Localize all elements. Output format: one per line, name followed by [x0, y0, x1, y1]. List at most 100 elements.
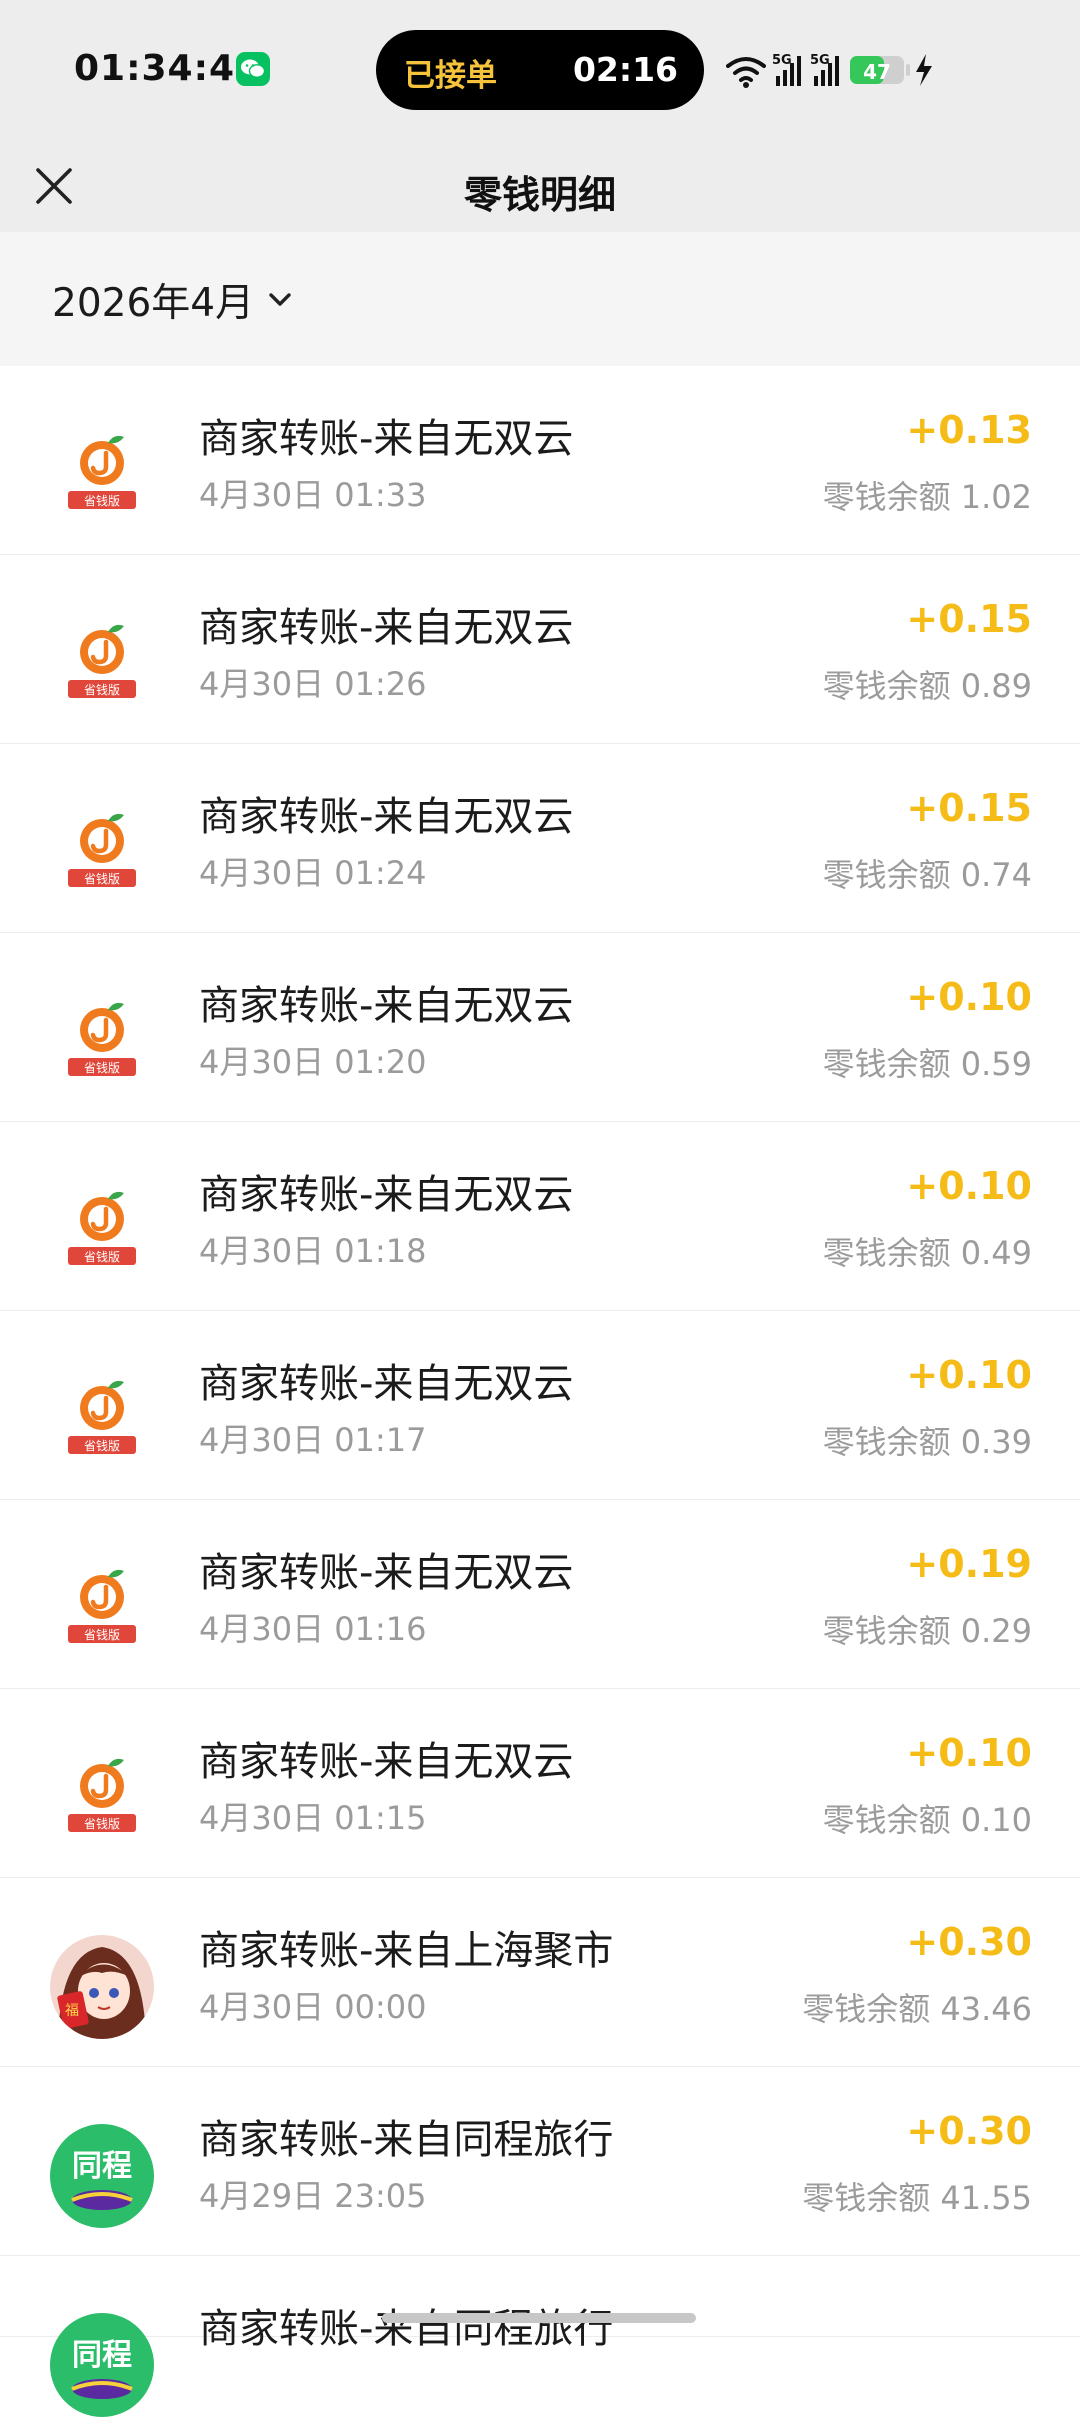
- transaction-row[interactable]: 同程 商家转账-来自同程旅行: [0, 2256, 1080, 2417]
- transaction-time: 4月30日 01:33: [199, 476, 427, 514]
- transaction-time: 4月30日 01:15: [199, 1799, 427, 1837]
- transaction-balance: 零钱余额 0.10: [822, 1801, 1032, 1839]
- badge-label: 省钱版: [84, 493, 120, 508]
- transaction-amount: +0.10: [906, 1353, 1032, 1397]
- transaction-balance: 零钱余额 0.89: [822, 667, 1032, 705]
- badge-label: 省钱版: [84, 1060, 120, 1075]
- orange-app-icon-graphic: 省钱版: [68, 1758, 136, 1832]
- tongcheng-icon: 同程: [48, 2122, 156, 2230]
- orange-app-icon: 省钱版: [48, 799, 156, 907]
- transaction-row[interactable]: 省钱版 商家转账-来自无双云 4月30日 01:33 +0.13 零钱余额 1.02: [0, 366, 1080, 555]
- transaction-amount: +0.19: [906, 1542, 1032, 1586]
- transaction-title: 商家转账-来自无双云: [199, 416, 574, 462]
- transaction-time: 4月30日 01:17: [199, 1421, 427, 1459]
- tongcheng-label: 同程: [72, 2149, 132, 2184]
- wechat-icon: [236, 52, 270, 86]
- battery-icon: 47: [850, 56, 910, 84]
- orange-app-icon-graphic: 省钱版: [68, 1002, 136, 1076]
- orange-app-icon-graphic: 省钱版: [68, 435, 136, 509]
- transaction-title: 商家转账-来自无双云: [199, 983, 574, 1029]
- badge-label: 省钱版: [84, 1627, 120, 1642]
- transaction-title: 商家转账-来自无双云: [199, 1361, 574, 1407]
- orange-app-icon-graphic: 省钱版: [68, 1569, 136, 1643]
- badge-label: 省钱版: [84, 1816, 120, 1831]
- month-selector[interactable]: 2026年4月: [52, 278, 294, 326]
- status-bar: 01:34:46 已接单 02:16 5G 5G 47: [0, 0, 1080, 140]
- orange-app-icon: 省钱版: [48, 421, 156, 529]
- transaction-amount: +0.30: [906, 1920, 1032, 1964]
- orange-app-icon: 省钱版: [48, 1555, 156, 1663]
- wifi-icon: [726, 57, 766, 82]
- orange-app-icon: 省钱版: [48, 1366, 156, 1474]
- transaction-balance: 零钱余额 0.49: [822, 1234, 1032, 1272]
- transaction-row[interactable]: 同程 商家转账-来自同程旅行 4月29日 23:05 +0.30 零钱余额 41.55: [0, 2067, 1080, 2256]
- transaction-row[interactable]: 福 商家转账-来自上海聚市 4月30日 00:00 +0.30 零钱余额 43.46: [0, 1878, 1080, 2067]
- transaction-row[interactable]: 省钱版 商家转账-来自无双云 4月30日 01:17 +0.10 零钱余额 0.39: [0, 1311, 1080, 1500]
- cellular-signal-icon: 5G: [772, 53, 801, 86]
- transaction-time: 4月30日 01:24: [199, 854, 427, 892]
- transaction-time: 4月30日 00:00: [199, 1988, 427, 2026]
- home-indicator[interactable]: [382, 2313, 696, 2323]
- transaction-balance: 零钱余额 0.39: [822, 1423, 1032, 1461]
- tongcheng-icon-graphic: 同程: [50, 2124, 154, 2228]
- transaction-amount: +0.15: [906, 786, 1032, 830]
- transaction-amount: +0.10: [906, 975, 1032, 1019]
- transaction-title: 商家转账-来自无双云: [199, 794, 574, 840]
- status-time: 01:34:46: [74, 48, 262, 89]
- transaction-row[interactable]: 省钱版 商家转账-来自无双云 4月30日 01:15 +0.10 零钱余额 0.10: [0, 1689, 1080, 1878]
- transaction-title: 商家转账-来自无双云: [199, 1172, 574, 1218]
- battery-level: 47: [863, 60, 891, 84]
- transaction-balance: 零钱余额 0.59: [822, 1045, 1032, 1083]
- orange-app-icon-graphic: 省钱版: [68, 624, 136, 698]
- orange-app-icon: 省钱版: [48, 1744, 156, 1852]
- transaction-amount: +0.30: [906, 2109, 1032, 2153]
- transaction-title: 商家转账-来自同程旅行: [199, 2117, 614, 2163]
- transaction-amount: +0.10: [906, 1164, 1032, 1208]
- transaction-title: 商家转账-来自无双云: [199, 1739, 574, 1785]
- fu-label: 福: [65, 2003, 79, 2019]
- anime-avatar-icon-graphic: 福: [50, 1935, 154, 2039]
- transaction-time: 4月30日 01:20: [199, 1043, 427, 1081]
- network-label-1: 5G: [772, 53, 792, 68]
- transaction-row[interactable]: 省钱版 商家转账-来自无双云 4月30日 01:20 +0.10 零钱余额 0.59: [0, 933, 1080, 1122]
- transaction-balance: 零钱余额 0.74: [822, 856, 1032, 894]
- page-title: 零钱明细: [463, 173, 616, 217]
- transaction-title: 商家转账-来自无双云: [199, 605, 574, 651]
- tongcheng-label: 同程: [72, 2338, 132, 2373]
- tongcheng-icon: 同程: [48, 2311, 156, 2419]
- transaction-row[interactable]: 省钱版 商家转账-来自无双云 4月30日 01:24 +0.15 零钱余额 0.74: [0, 744, 1080, 933]
- island-timer: 02:16: [572, 50, 678, 89]
- transaction-balance: 零钱余额 43.46: [802, 1990, 1032, 2028]
- chevron-down-icon: [269, 293, 291, 306]
- network-label-2: 5G: [810, 53, 830, 68]
- transaction-amount: +0.13: [906, 408, 1032, 452]
- orange-app-icon: 省钱版: [48, 988, 156, 1096]
- filter-bar: 2026年4月: [0, 232, 1080, 366]
- transaction-balance: 零钱余额 1.02: [822, 478, 1032, 516]
- month-label: 2026年4月: [52, 281, 255, 326]
- anime-avatar-icon: 福: [48, 1933, 156, 2041]
- transaction-time: 4月30日 01:18: [199, 1232, 427, 1270]
- transaction-row[interactable]: 省钱版 商家转账-来自无双云 4月30日 01:26 +0.15 零钱余额 0.89: [0, 555, 1080, 744]
- transaction-row[interactable]: 省钱版 商家转账-来自无双云 4月30日 01:18 +0.10 零钱余额 0.49: [0, 1122, 1080, 1311]
- transaction-title: 商家转账-来自同程旅行: [199, 2306, 614, 2352]
- charging-icon: [916, 54, 932, 86]
- transaction-time: 4月29日 23:05: [199, 2177, 427, 2215]
- orange-app-icon: 省钱版: [48, 1177, 156, 1285]
- orange-app-icon-graphic: 省钱版: [68, 813, 136, 887]
- tongcheng-icon-graphic: 同程: [50, 2313, 154, 2417]
- badge-label: 省钱版: [84, 1249, 120, 1264]
- badge-label: 省钱版: [84, 682, 120, 697]
- transaction-amount: +0.10: [906, 1731, 1032, 1775]
- system-icons: 5G 5G 47: [726, 53, 932, 88]
- transaction-time: 4月30日 01:26: [199, 665, 427, 703]
- transaction-amount: +0.15: [906, 597, 1032, 641]
- dynamic-island[interactable]: 已接单 02:16: [376, 30, 704, 110]
- orange-app-icon-graphic: 省钱版: [68, 1191, 136, 1265]
- transaction-row[interactable]: 省钱版 商家转账-来自无双云 4月30日 01:16 +0.19 零钱余额 0.29: [0, 1500, 1080, 1689]
- island-order-status: 已接单: [404, 58, 497, 94]
- transaction-title: 商家转账-来自无双云: [199, 1550, 574, 1596]
- transaction-balance: 零钱余额 41.55: [802, 2179, 1032, 2217]
- orange-app-icon: 省钱版: [48, 610, 156, 718]
- transaction-list: 省钱版 商家转账-来自无双云 4月30日 01:33 +0.13 零钱余额 1.02 省钱…: [0, 366, 1080, 2417]
